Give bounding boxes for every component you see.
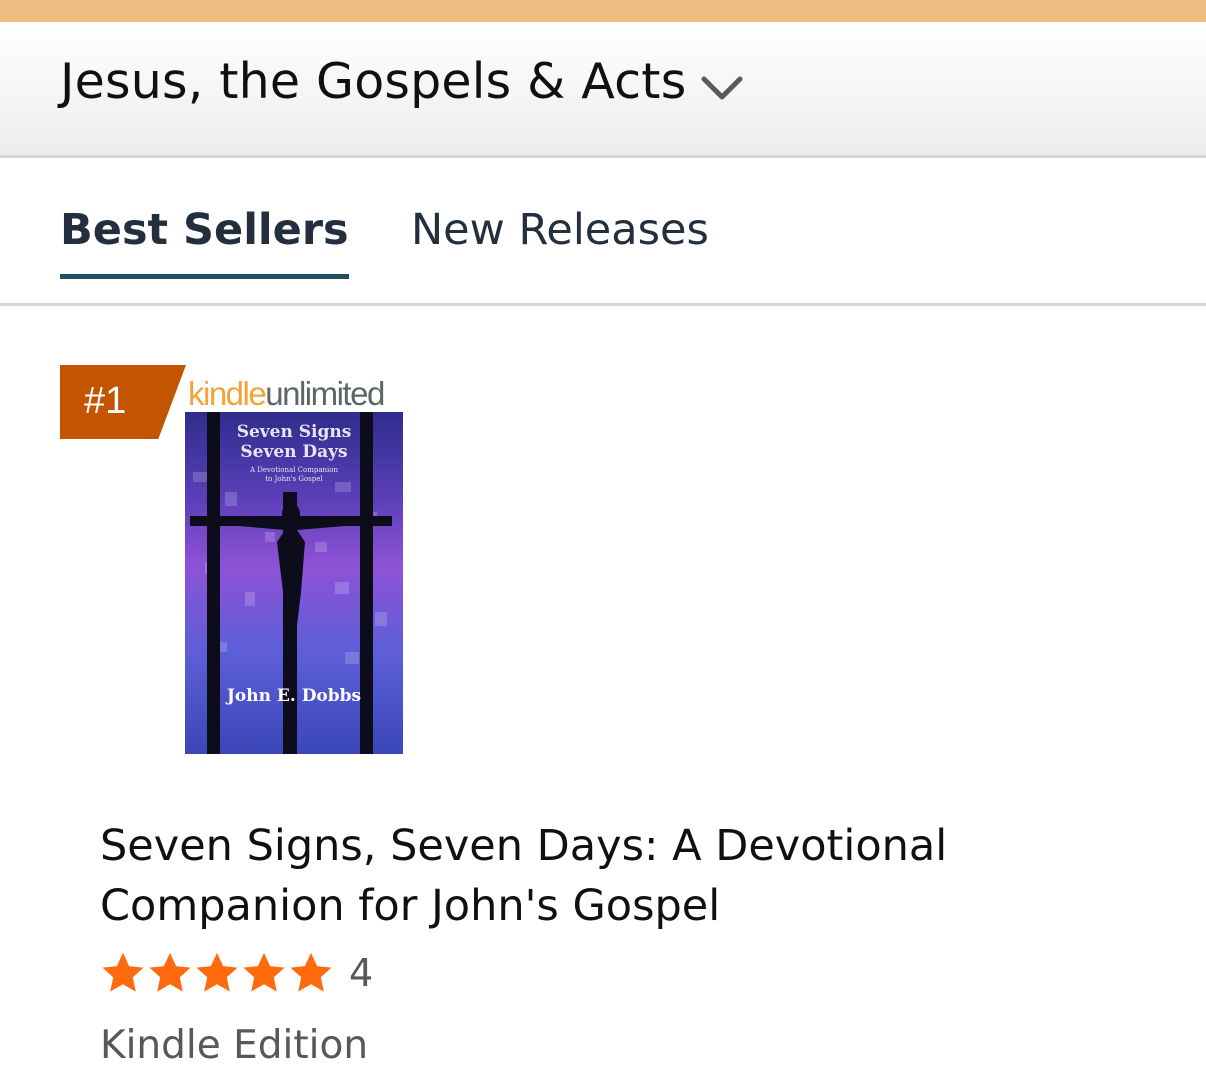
category-header: Jesus, the Gospels & Acts: [0, 22, 1206, 158]
stars: [100, 950, 335, 996]
star-icon: [290, 952, 332, 992]
rating-count: 4: [349, 951, 374, 995]
star-icon: [102, 952, 144, 992]
chevron-down-icon: [700, 56, 744, 116]
rank-label: #1: [84, 380, 127, 422]
tab-bar: Best Sellers New Releases: [0, 158, 1206, 306]
top-accent-strip: [0, 0, 1206, 22]
category-title: Jesus, the Gospels & Acts: [60, 53, 687, 110]
tab-best-sellers[interactable]: Best Sellers: [60, 202, 349, 279]
star-rating[interactable]: 4: [100, 948, 373, 998]
book-title-link[interactable]: Seven Signs, Seven Days: A Devotional Co…: [100, 816, 1000, 936]
star-icon: [243, 952, 285, 992]
cover-author: John E. Dobbs: [226, 686, 362, 706]
star-icon: [149, 952, 191, 992]
active-tab-underline: [60, 274, 349, 279]
tab-new-releases[interactable]: New Releases: [411, 202, 709, 258]
book-title-line-2: Companion for John's Gospel: [100, 881, 721, 931]
format-label: Kindle Edition: [100, 1023, 369, 1068]
book-cover-image: Seven Signs Seven Days A Devotional Comp…: [185, 412, 403, 754]
book-title-line-1: Seven Signs, Seven Days: A Devotional: [100, 821, 948, 871]
tab-best-sellers-label: Best Sellers: [60, 205, 349, 255]
cover-subtitle: A Devotional Companion to John's Gospel: [250, 466, 338, 483]
book-cover-link[interactable]: kindleunlimited Seven Signs Seven Days A…: [160, 372, 445, 757]
category-dropdown[interactable]: Jesus, the Gospels & Acts: [60, 48, 744, 116]
tab-new-releases-label: New Releases: [411, 205, 709, 255]
kindle-unlimited-logo: kindleunlimited: [188, 375, 385, 412]
cover-title: Seven Signs Seven Days: [236, 422, 352, 462]
star-icon: [196, 952, 238, 992]
